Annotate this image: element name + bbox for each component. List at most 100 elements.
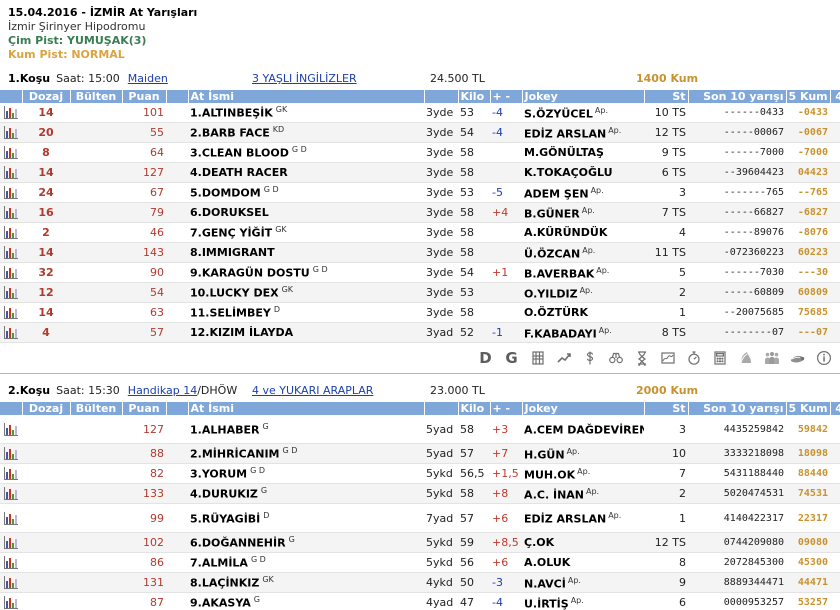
horse-stats-chart-icon[interactable]	[0, 444, 22, 464]
people-icon[interactable]	[763, 350, 780, 367]
cell-jockey[interactable]: Ç.OK	[522, 533, 644, 553]
cell-horse-name[interactable]: 4.DURUKIZG	[188, 484, 424, 504]
stopwatch-icon[interactable]	[685, 350, 702, 367]
bar-chart-icon[interactable]	[4, 186, 18, 199]
table-row[interactable]: 146311.SELİMBEYD3yde58O.ÖZTÜRK1--2007568…	[0, 303, 840, 323]
table-row[interactable]: 141011.ALTINBEŞİKGK3yde53-4S.ÖZYÜCELAp.1…	[0, 103, 840, 123]
horse-stats-chart-icon[interactable]	[0, 283, 22, 303]
bar-chart-icon[interactable]	[4, 106, 18, 119]
horse-stats-chart-icon[interactable]	[0, 504, 22, 533]
cell-horse-name[interactable]: 1.ALTINBEŞİKGK	[188, 103, 424, 123]
cell-jockey[interactable]: A.OLUK	[522, 553, 644, 573]
horse-stats-chart-icon[interactable]	[0, 163, 22, 183]
cell-jockey[interactable]: F.KABADAYIAp.	[522, 323, 644, 343]
bar-chart-icon[interactable]	[4, 126, 18, 139]
cell-horse-name[interactable]: 2.BARB FACEKD	[188, 123, 424, 143]
bar-chart-icon[interactable]	[4, 226, 18, 239]
cell-horse-name[interactable]: 5.DOMDOMG D	[188, 183, 424, 203]
cell-horse-name[interactable]: 8.LAÇİNKIZGK	[188, 573, 424, 593]
table-row[interactable]: 867.ALMİLAG D5ykd56+6A.OLUK8207284530045…	[0, 553, 840, 573]
horse-stats-chart-icon[interactable]	[0, 464, 22, 484]
cell-horse-name[interactable]: 6.DORUKSEL	[188, 203, 424, 223]
cell-horse-name[interactable]: 12.KIZIM İLAYDA	[188, 323, 424, 343]
horse-stats-chart-icon[interactable]	[0, 243, 22, 263]
horse-stats-chart-icon[interactable]	[0, 484, 22, 504]
table-row[interactable]: 20552.BARB FACEKD3yde54-4EDİZ ARSLANAp.1…	[0, 123, 840, 143]
cell-jockey[interactable]: U.İRTİŞAp.	[522, 593, 644, 610]
bar-chart-icon[interactable]	[4, 206, 18, 219]
calculator-icon[interactable]	[711, 350, 728, 367]
cell-jockey[interactable]: Ü.ÖZCANAp.	[522, 243, 644, 263]
bar-chart-icon[interactable]	[4, 596, 18, 609]
bar-chart-icon[interactable]	[4, 146, 18, 159]
table-row[interactable]: 1271.ALHABERG5yad58+3A.CEM DAĞDEVİRENAp.…	[0, 415, 840, 444]
horse-stats-chart-icon[interactable]	[0, 573, 22, 593]
horse-stats-chart-icon[interactable]	[0, 203, 22, 223]
cell-horse-name[interactable]: 10.LUCKY DEXGK	[188, 283, 424, 303]
cell-jockey[interactable]: O.ÖZTÜRK	[522, 303, 644, 323]
table-row[interactable]: 141438.IMMIGRANT3yde58Ü.ÖZCANAp.11 TS-07…	[0, 243, 840, 263]
bar-chart-icon[interactable]	[4, 306, 18, 319]
horse-stats-chart-icon[interactable]	[0, 553, 22, 573]
horse-stats-chart-icon[interactable]	[0, 223, 22, 243]
horse-stats-chart-icon[interactable]	[0, 123, 22, 143]
table-row[interactable]: 32909.KARAGÜN DOSTUG D3yde54+1B.AVERBAKA…	[0, 263, 840, 283]
cell-jockey[interactable]: M.GÖNÜLTAŞ	[522, 143, 644, 163]
horse-stats-chart-icon[interactable]	[0, 303, 22, 323]
cell-jockey[interactable]: O.YILDIZAp.	[522, 283, 644, 303]
cell-horse-name[interactable]: 3.YORUMG D	[188, 464, 424, 484]
horse-stats-chart-icon[interactable]	[0, 415, 22, 444]
cell-jockey[interactable]: S.ÖZYÜCELAp.	[522, 103, 644, 123]
horse-icon[interactable]	[737, 350, 754, 367]
abacus-icon[interactable]	[529, 350, 546, 367]
line-chart-icon[interactable]	[659, 350, 676, 367]
table-row[interactable]: 823.YORUMG D5ykd56,5+1,5MUH.OKAp.7543118…	[0, 464, 840, 484]
cell-horse-name[interactable]: 2.MİHRİCANIMG D	[188, 444, 424, 464]
race-condition-link[interactable]: Handikap 14	[128, 384, 197, 397]
cell-jockey[interactable]: ADEM ŞENAp.	[522, 183, 644, 203]
trend-up-icon[interactable]	[555, 350, 572, 367]
bar-chart-icon[interactable]	[4, 166, 18, 179]
cell-jockey[interactable]: K.TOKAÇOĞLU	[522, 163, 644, 183]
cell-horse-name[interactable]: 1.ALHABERG	[188, 415, 424, 444]
horse-stats-chart-icon[interactable]	[0, 143, 22, 163]
cell-horse-name[interactable]: 11.SELİMBEYD	[188, 303, 424, 323]
bar-chart-icon[interactable]	[4, 447, 18, 460]
bar-chart-icon[interactable]	[4, 266, 18, 279]
horse-stats-chart-icon[interactable]	[0, 593, 22, 610]
bar-chart-icon[interactable]	[4, 326, 18, 339]
horse-stats-chart-icon[interactable]	[0, 183, 22, 203]
table-row[interactable]: 2467.GENÇ YİĞİTGK3yde58A.KÜRÜNDÜK4-----8…	[0, 223, 840, 243]
table-row[interactable]: 1026.DOĞANNEHİRG5ykd59+8,5Ç.OK12 TS07442…	[0, 533, 840, 553]
cell-jockey[interactable]: EDİZ ARSLANAp.	[522, 123, 644, 143]
dollar-icon[interactable]	[581, 350, 598, 367]
horse-stats-chart-icon[interactable]	[0, 263, 22, 283]
table-row[interactable]: 141274.DEATH RACER3yde58K.TOKAÇOĞLU6 TS-…	[0, 163, 840, 183]
cell-jockey[interactable]: EDİZ ARSLANAp.	[522, 504, 644, 533]
bar-chart-icon[interactable]	[4, 487, 18, 500]
letter-g-icon[interactable]: G	[503, 350, 520, 367]
bar-chart-icon[interactable]	[4, 512, 18, 525]
info-icon[interactable]	[815, 350, 832, 367]
bar-chart-icon[interactable]	[4, 467, 18, 480]
cell-horse-name[interactable]: 4.DEATH RACER	[188, 163, 424, 183]
race-condition-link[interactable]: Maiden	[128, 72, 168, 85]
table-row[interactable]: 882.MİHRİCANIMG D5yad57+7H.GÜNAp.1033332…	[0, 444, 840, 464]
race-category-link[interactable]: 4 ve YUKARI ARAPLAR	[252, 384, 373, 397]
bar-chart-icon[interactable]	[4, 536, 18, 549]
cell-jockey[interactable]: A.CEM DAĞDEVİRENAp.	[522, 415, 644, 444]
cell-horse-name[interactable]: 7.ALMİLAG D	[188, 553, 424, 573]
bar-chart-icon[interactable]	[4, 423, 18, 436]
table-row[interactable]: 24675.DOMDOMG D3yde53-5ADEM ŞENAp.3-----…	[0, 183, 840, 203]
bar-chart-icon[interactable]	[4, 556, 18, 569]
table-row[interactable]: 45712.KIZIM İLAYDA3yad52-1F.KABADAYIAp.8…	[0, 323, 840, 343]
letter-d-icon[interactable]: D	[477, 350, 494, 367]
horse-stats-chart-icon[interactable]	[0, 103, 22, 123]
cell-horse-name[interactable]: 6.DOĞANNEHİRG	[188, 533, 424, 553]
cell-jockey[interactable]: B.GÜNERAp.	[522, 203, 644, 223]
table-row[interactable]: 879.AKASYAG4yad47-4U.İRTİŞAp.60000953257…	[0, 593, 840, 610]
horse-stats-chart-icon[interactable]	[0, 323, 22, 343]
cell-horse-name[interactable]: 9.AKASYAG	[188, 593, 424, 610]
bar-chart-icon[interactable]	[4, 246, 18, 259]
table-row[interactable]: 16796.DORUKSEL3yde58+4B.GÜNERAp.7 TS----…	[0, 203, 840, 223]
